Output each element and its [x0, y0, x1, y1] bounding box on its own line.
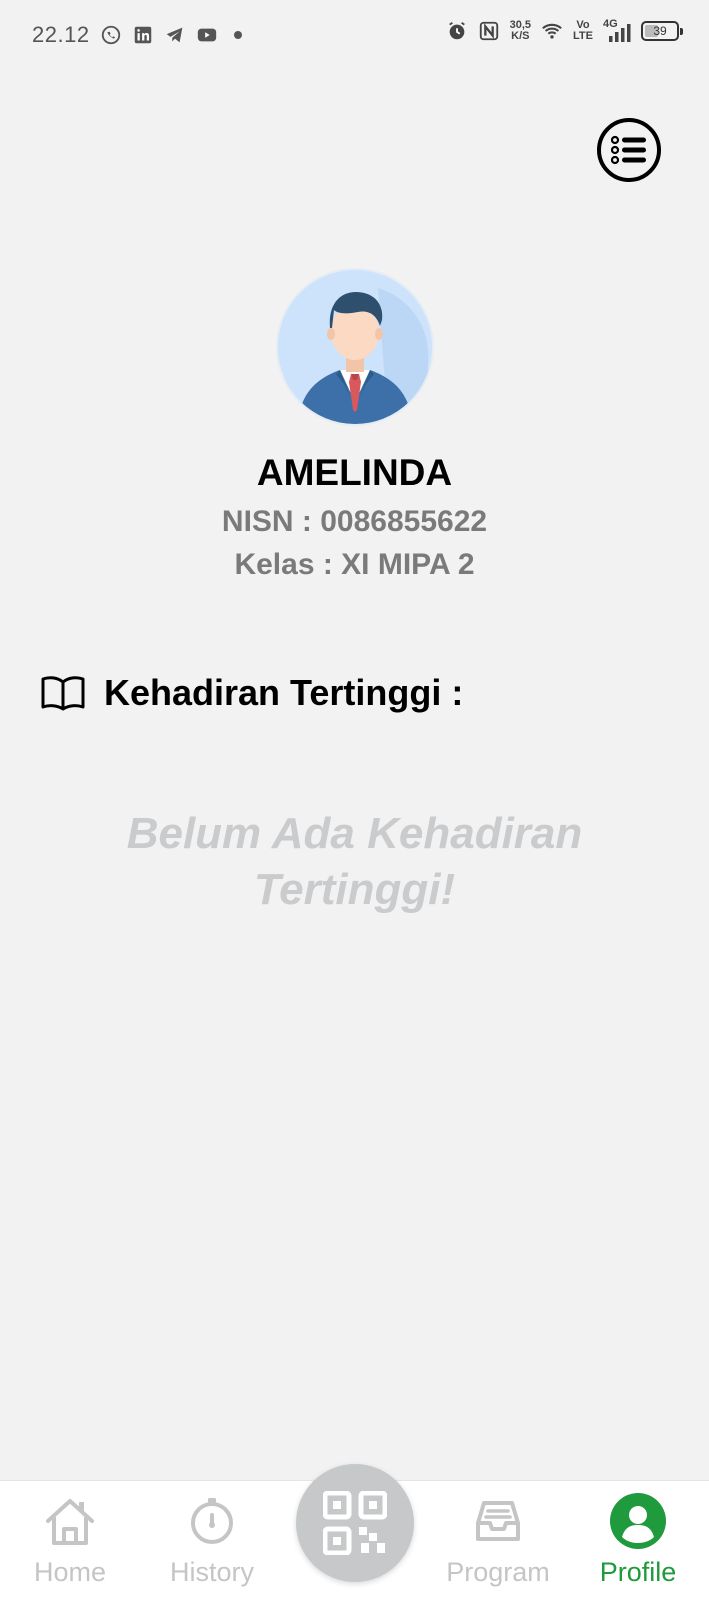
- signal-strength: 4G: [603, 18, 631, 42]
- home-icon: [46, 1499, 94, 1545]
- youtube-icon: [197, 28, 216, 42]
- qr-code-icon: [323, 1491, 387, 1555]
- telegram-icon: [166, 27, 182, 43]
- network-speed: 30,5 K/S: [510, 20, 531, 42]
- notification-dot: [233, 31, 242, 39]
- attendance-section-title: Kehadiran Tertinggi :: [104, 672, 464, 713]
- status-bar-right: 30,5 K/S Vo LTE 4G 39: [446, 18, 683, 42]
- battery-percent: 39: [653, 24, 667, 38]
- status-time: 22.12: [32, 22, 90, 47]
- nav-label-history: History: [169, 1557, 254, 1587]
- alarm-icon: [448, 21, 465, 40]
- nav-item-history[interactable]: History: [152, 1491, 272, 1588]
- scan-qr-button[interactable]: [296, 1464, 414, 1582]
- empty-message-line-2: Tertinggi!: [253, 865, 456, 914]
- avatar: [276, 268, 434, 426]
- empty-attendance-message: Belum Ada Kehadiran Tertinggi!: [0, 806, 709, 918]
- nav-label-profile: Profile: [599, 1557, 677, 1587]
- student-name: AMELINDA: [256, 452, 453, 493]
- nav-label-home: Home: [33, 1557, 107, 1587]
- open-book-icon: [41, 676, 85, 711]
- battery-tip: [680, 28, 683, 35]
- status-bar: 22.12 30,5 K/S Vo LTE 4G 39: [0, 0, 709, 72]
- stopwatch-icon: [191, 1498, 233, 1544]
- businessman-avatar-icon: [278, 270, 432, 424]
- whatsapp-icon: [101, 25, 120, 45]
- inbox-icon: [476, 1501, 520, 1541]
- battery-indicator: 39: [641, 21, 683, 41]
- attendance-section-header: Kehadiran Tertinggi :: [40, 672, 463, 714]
- volte-indicator: Vo LTE: [573, 20, 593, 42]
- student-class: Kelas : XI MIPA 2: [234, 548, 475, 581]
- linkedin-icon: [134, 26, 151, 44]
- user-icon: [610, 1493, 666, 1549]
- signal-bars-icon: [609, 24, 631, 42]
- menu-button[interactable]: [597, 118, 661, 182]
- student-nisn: NISN : 0086855622: [221, 505, 488, 538]
- profile-screen: 22.12 30,5 K/S Vo LTE 4G 39 AMELINDA NIS…: [0, 0, 709, 1600]
- list-menu-icon: [611, 135, 646, 165]
- nav-item-home[interactable]: Home: [10, 1491, 130, 1588]
- network-speed-unit: K/S: [511, 30, 530, 42]
- status-bar-left: 22.12: [32, 22, 242, 48]
- nav-item-program[interactable]: Program: [438, 1491, 558, 1588]
- nav-label-program: Program: [446, 1557, 550, 1587]
- empty-message-line-1: Belum Ada Kehadiran: [126, 809, 583, 858]
- nav-item-profile[interactable]: Profile: [578, 1491, 698, 1588]
- wifi-icon: [542, 23, 562, 39]
- nfc-icon: [479, 21, 498, 41]
- volte-bottom: LTE: [573, 30, 593, 42]
